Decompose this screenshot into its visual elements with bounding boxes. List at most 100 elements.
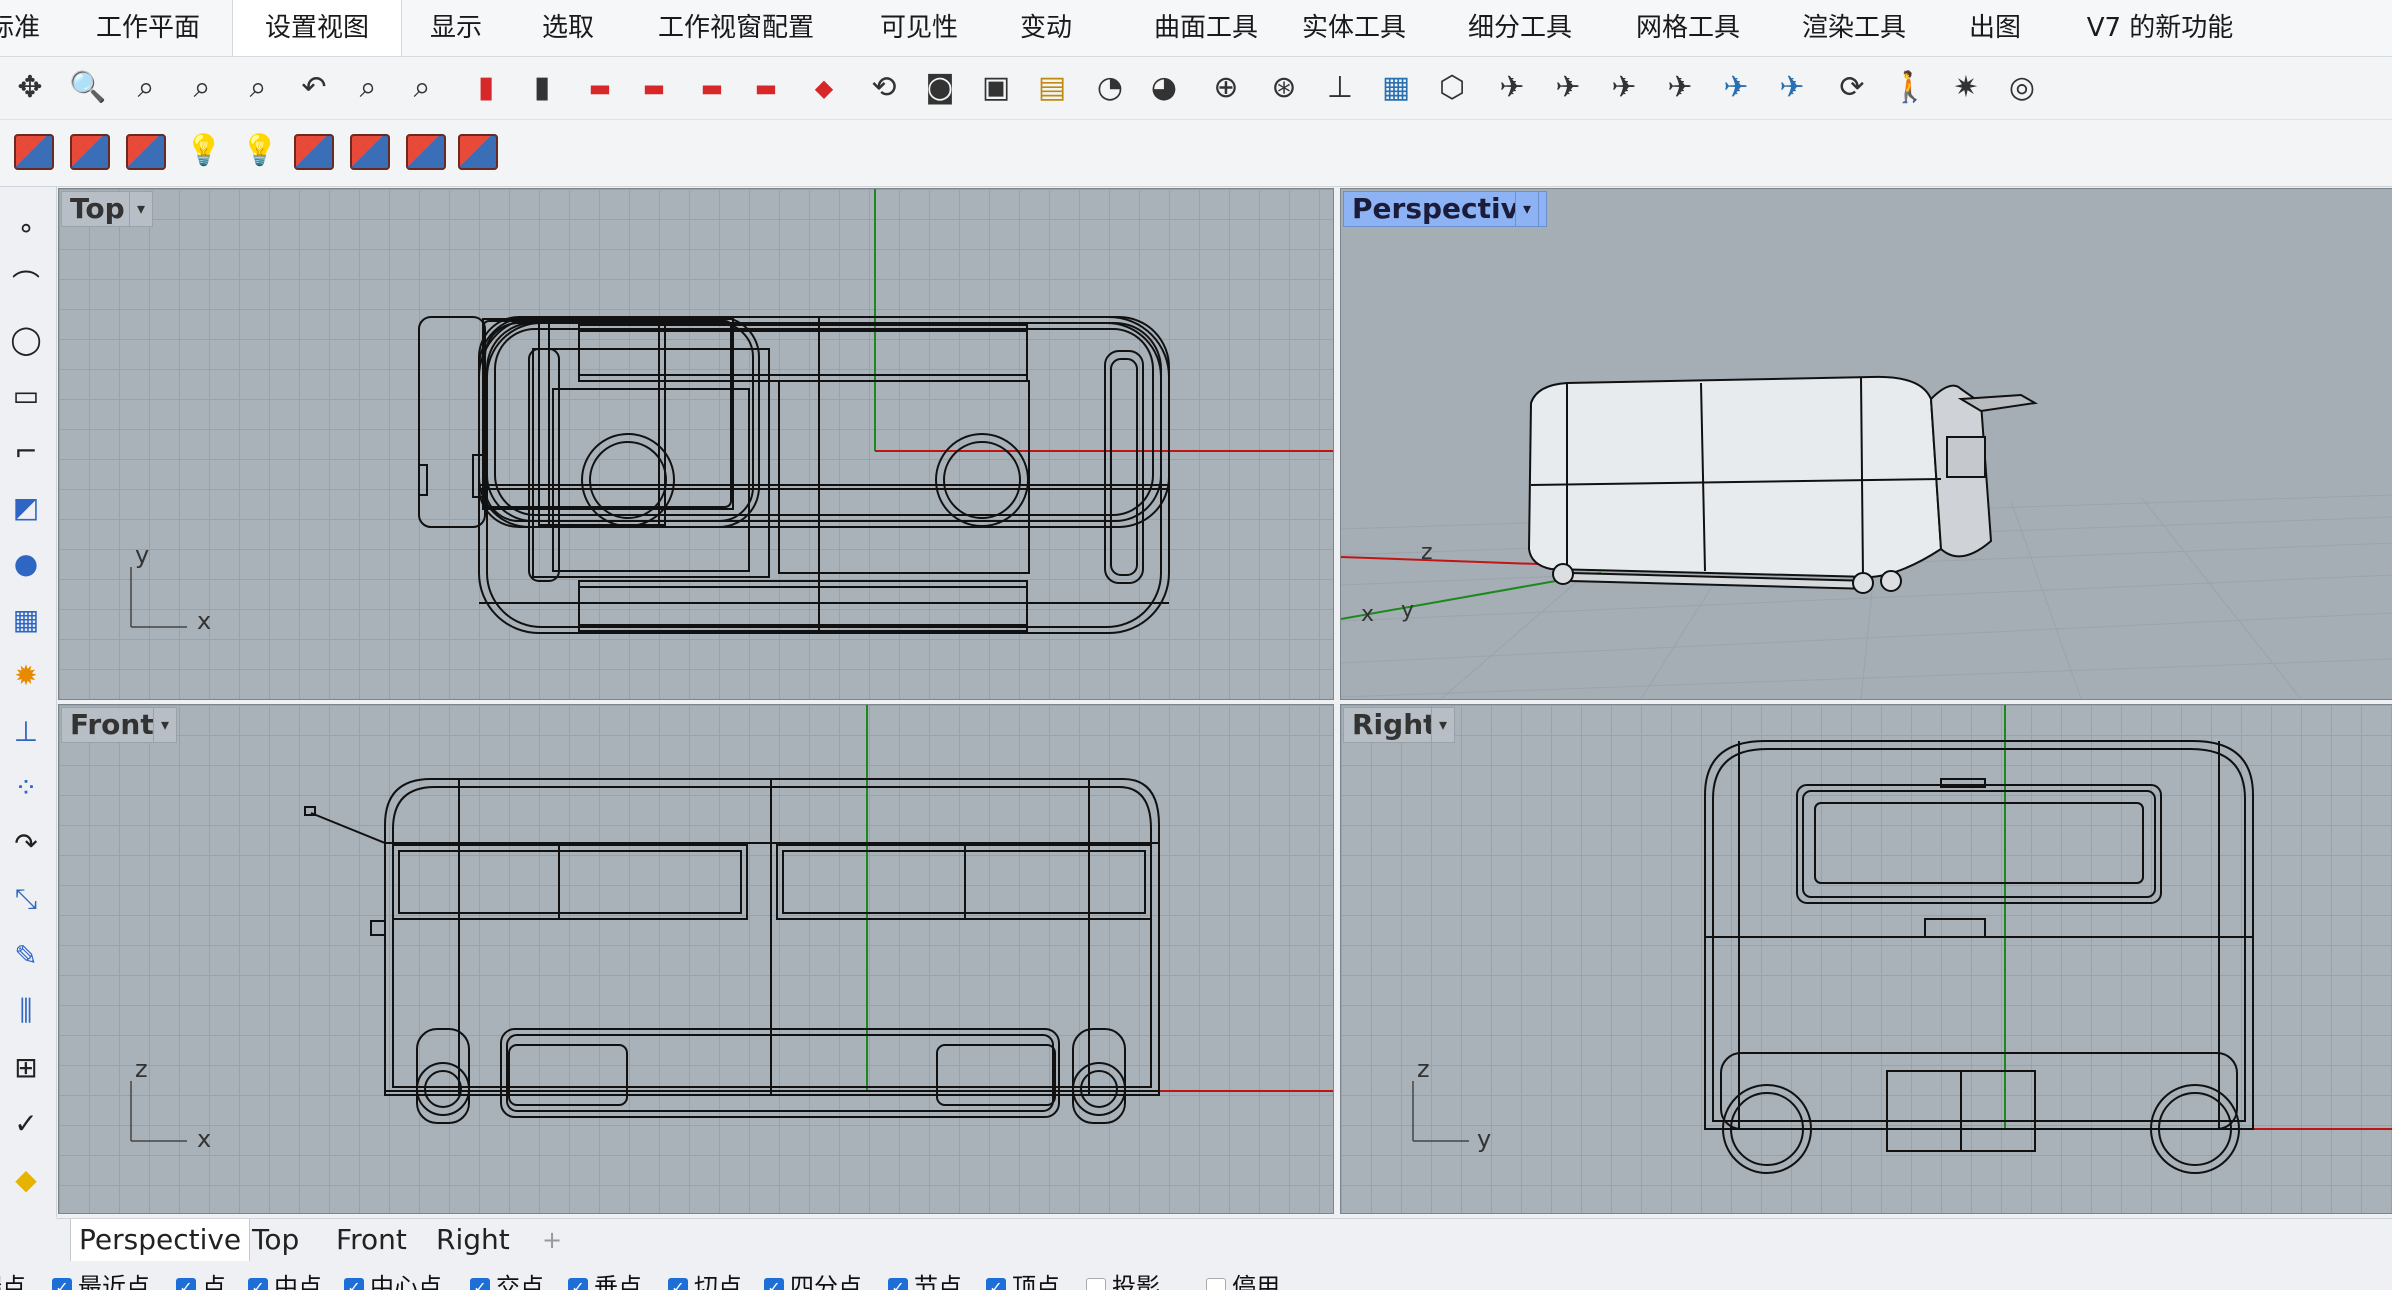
viewport-tab-right[interactable]: Right: [428, 1219, 518, 1261]
plane-side-2-icon[interactable]: ✈: [1658, 66, 1702, 110]
add-viewport-tab-button[interactable]: +: [534, 1219, 570, 1261]
sun-icon[interactable]: ✷: [1944, 66, 1988, 110]
tab-visibility[interactable]: 可见性: [864, 0, 974, 56]
check-icon[interactable]: ✓: [4, 1101, 48, 1145]
fillet-icon[interactable]: ↷: [4, 821, 48, 865]
camera-icon[interactable]: ◙: [918, 66, 962, 110]
set-cplane-icon[interactable]: ⊥: [1318, 66, 1362, 110]
red-cabinet-icon[interactable]: ▮: [464, 66, 508, 110]
zoom-extents-icon[interactable]: ⌕: [124, 66, 168, 110]
named-view-5-icon[interactable]: [350, 134, 390, 170]
osnap-tan[interactable]: ✓ 切点: [668, 1273, 742, 1290]
named-view-icon[interactable]: [14, 134, 54, 170]
zoom-in-icon[interactable]: ⌕: [400, 66, 444, 110]
viewport-front-label[interactable]: Front: [61, 707, 163, 743]
array-icon[interactable]: ⁘: [4, 765, 48, 809]
plane-side-icon[interactable]: ✈: [1602, 66, 1646, 110]
tab-render-tools[interactable]: 渲染工具: [1796, 0, 1912, 56]
pan-icon[interactable]: ✥: [8, 66, 52, 110]
car-angle-icon[interactable]: ◆: [802, 66, 846, 110]
plane-flat-2-icon[interactable]: ✈: [1770, 66, 1814, 110]
dimension-icon[interactable]: ⊥: [4, 709, 48, 753]
lights-icon[interactable]: ◕: [1142, 66, 1186, 110]
osnap-near[interactable]: ✓ 最近点: [52, 1273, 150, 1290]
bulb-2-icon[interactable]: 💡: [238, 129, 282, 173]
walkabout-icon[interactable]: 🚶: [1888, 66, 1932, 110]
tab-surface-tools[interactable]: 曲面工具: [1126, 0, 1286, 56]
viewport-tab-perspective[interactable]: Perspective: [70, 1219, 251, 1262]
named-view-4-icon[interactable]: [294, 134, 334, 170]
osnap-disable[interactable]: 停用: [1206, 1273, 1280, 1290]
mesh-icon[interactable]: ▦: [4, 597, 48, 641]
target-2-icon[interactable]: ⊛: [1262, 66, 1306, 110]
zoom-dynamic-icon[interactable]: 🔍: [66, 66, 110, 110]
curve-icon[interactable]: ⌐: [4, 429, 48, 473]
target-icon[interactable]: ⊕: [1204, 66, 1248, 110]
dark-cabinet-icon[interactable]: ▮: [520, 66, 564, 110]
tab-whats-new[interactable]: V7 的新功能: [2080, 0, 2240, 56]
zoom-out-icon[interactable]: ⌕: [346, 66, 390, 110]
circle-icon[interactable]: ◯: [4, 317, 48, 361]
osnap-end[interactable]: 端点: [0, 1273, 26, 1290]
viewport-right-dropdown[interactable]: ▾: [1431, 707, 1455, 743]
render-icon[interactable]: ◆: [4, 1157, 48, 1201]
named-view-6-icon[interactable]: [406, 134, 446, 170]
osnap-mid[interactable]: ✓ 中点: [248, 1273, 322, 1290]
tab-set-view[interactable]: 设置视图: [232, 0, 402, 56]
tab-mesh-tools[interactable]: 网格工具: [1630, 0, 1746, 56]
viewport-right[interactable]: y z Right ▾: [1340, 704, 2392, 1214]
osnap-perp[interactable]: ✓ 垂点: [568, 1273, 642, 1290]
grid-icon[interactable]: ⊞: [4, 1045, 48, 1089]
tab-transform[interactable]: 变动: [1004, 0, 1088, 56]
texture-camera-icon[interactable]: ▦: [1374, 66, 1418, 110]
viewport-top[interactable]: x y Top ▾: [58, 188, 1334, 700]
osnap-cen[interactable]: ✓ 中心点: [344, 1273, 442, 1290]
plane-top-icon[interactable]: ✈: [1490, 66, 1534, 110]
tab-standard[interactable]: 标准: [0, 0, 48, 56]
bulb-icon[interactable]: 💡: [182, 129, 226, 173]
surface-icon[interactable]: ◩: [4, 485, 48, 529]
tab-solid-tools[interactable]: 实体工具: [1296, 0, 1412, 56]
point-icon[interactable]: ∘: [4, 205, 48, 249]
tab-cplanes[interactable]: 工作平面: [78, 0, 218, 56]
viewport-tab-top[interactable]: Top: [244, 1219, 307, 1261]
car-side-2-icon[interactable]: ▬: [690, 66, 734, 110]
car-back-icon[interactable]: ▬: [744, 66, 788, 110]
plane-flat-icon[interactable]: ✈: [1714, 66, 1758, 110]
viewport-top-dropdown[interactable]: ▾: [129, 191, 153, 227]
osnap-vertex[interactable]: ✓ 顶点: [986, 1273, 1060, 1290]
osnap-point[interactable]: ✓ 点: [176, 1273, 226, 1290]
polyline-icon[interactable]: ⌒: [4, 261, 48, 305]
osnap-knot[interactable]: ✓ 节点: [888, 1273, 962, 1290]
solid-icon[interactable]: ●: [4, 541, 48, 585]
rectangle-icon[interactable]: ▭: [4, 373, 48, 417]
rotate-360-icon[interactable]: ⟳: [1830, 66, 1874, 110]
save-view-icon[interactable]: ▣: [974, 66, 1018, 110]
zoom-selected-icon[interactable]: ⌕: [236, 66, 280, 110]
named-view-2-icon[interactable]: [70, 134, 110, 170]
box-view-icon[interactable]: ⬡: [1430, 66, 1474, 110]
osnap-project[interactable]: 投影: [1086, 1273, 1160, 1290]
tab-viewport-layout[interactable]: 工作视窗配置: [648, 0, 824, 56]
analyze-icon[interactable]: ⫼: [4, 989, 48, 1033]
car-side-icon[interactable]: ▬: [632, 66, 676, 110]
transform-icon[interactable]: ⤡: [4, 877, 48, 921]
camera-rotate-icon[interactable]: ⟲: [862, 66, 906, 110]
viewport-top-label[interactable]: Top: [61, 191, 134, 227]
zoom-window-icon[interactable]: ⌕: [180, 66, 224, 110]
viewport-perspective-dropdown[interactable]: ▾: [1515, 191, 1539, 227]
undo-view-icon[interactable]: ↶: [292, 66, 336, 110]
named-view-3-icon[interactable]: [126, 134, 166, 170]
osnap-int[interactable]: ✓ 交点: [470, 1273, 544, 1290]
viewport-front[interactable]: x z Front ▾: [58, 704, 1334, 1214]
viewport-perspective[interactable]: z x y Perspective ▾: [1340, 188, 2392, 700]
tab-layout[interactable]: 出图: [1962, 0, 2028, 56]
explode-icon[interactable]: ✹: [4, 653, 48, 697]
osnap-quad[interactable]: ✓ 四分点: [764, 1273, 862, 1290]
viewport-front-dropdown[interactable]: ▾: [153, 707, 177, 743]
compass-icon[interactable]: ◎: [2000, 66, 2044, 110]
restore-view-icon[interactable]: ▤: [1030, 66, 1074, 110]
tab-select[interactable]: 选取: [526, 0, 610, 56]
light-icon[interactable]: ◔: [1088, 66, 1132, 110]
named-view-7-icon[interactable]: [458, 134, 498, 170]
